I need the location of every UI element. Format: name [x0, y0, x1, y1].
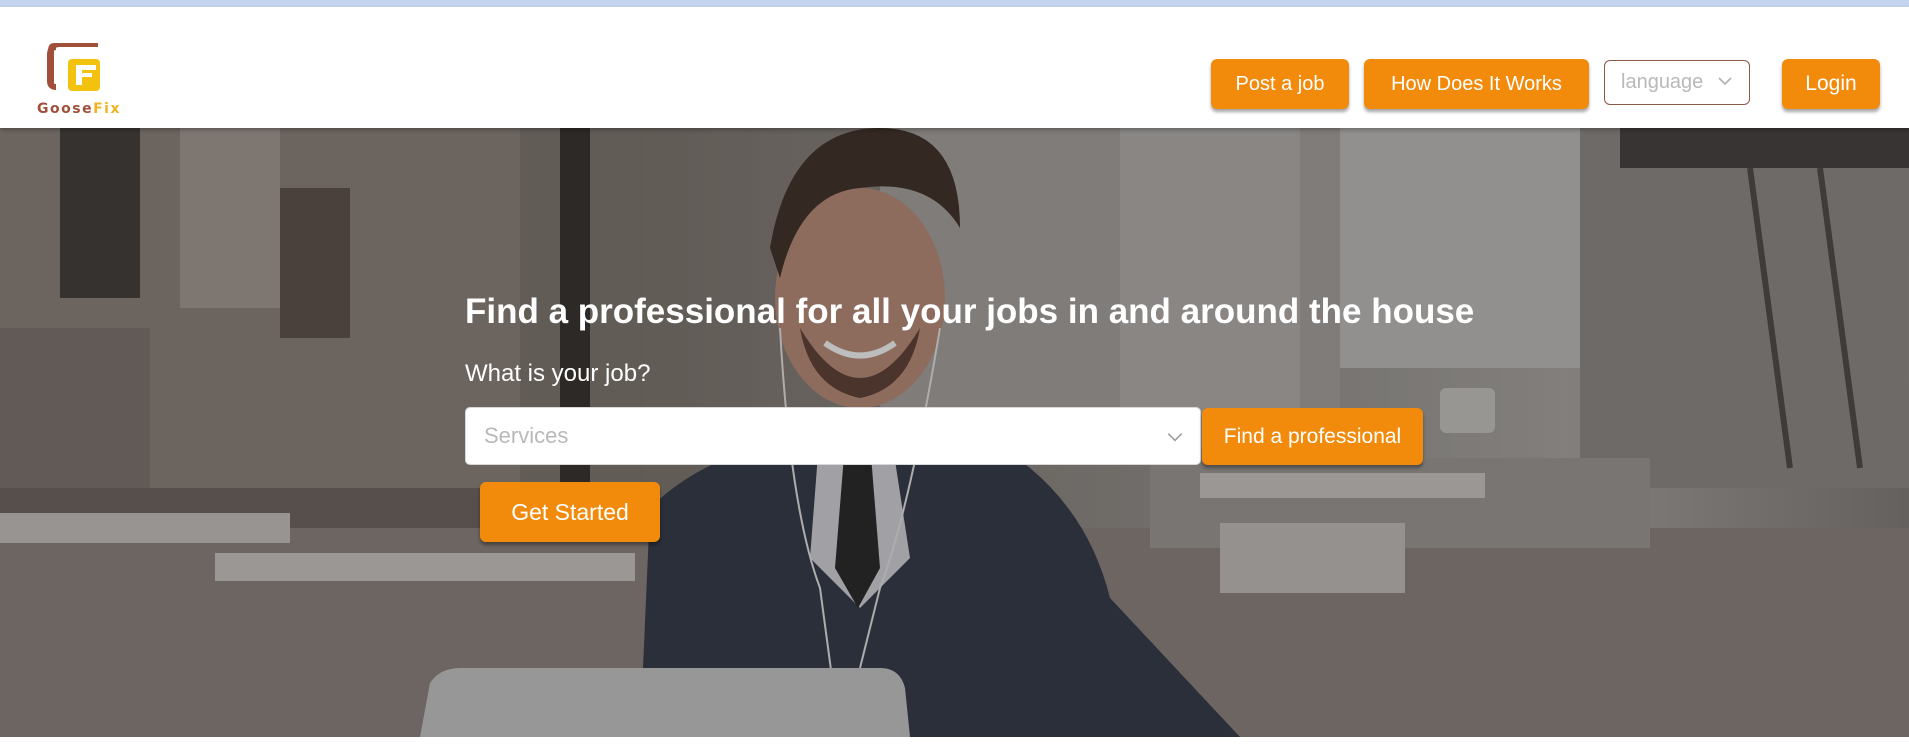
chevron-down-icon: [1718, 77, 1732, 86]
hero-headline: Find a professional for all your jobs in…: [465, 292, 1475, 331]
login-label: Login: [1805, 72, 1857, 95]
logo[interactable]: GooseFix: [34, 37, 124, 127]
logo-word-goose: Goose: [37, 101, 94, 117]
goosefix-logo-icon: [47, 43, 100, 91]
chevron-down-icon: [1167, 433, 1183, 442]
get-started-label: Get Started: [511, 498, 629, 525]
page-bottom-strip: [0, 737, 1909, 747]
find-professional-label: Find a professional: [1223, 424, 1402, 448]
hero-question: What is your job?: [465, 360, 651, 387]
logo-word-fix: Fix: [93, 101, 121, 117]
navbar: GooseFix Post a job How Does It Works la…: [0, 7, 1909, 128]
language-select[interactable]: language: [1604, 60, 1750, 105]
find-professional-button[interactable]: Find a professional: [1202, 408, 1423, 465]
how-it-works-label: How Does It Works: [1391, 72, 1562, 95]
services-placeholder: Services: [484, 423, 569, 448]
get-started-button[interactable]: Get Started: [480, 482, 660, 542]
login-button[interactable]: Login: [1782, 59, 1880, 109]
post-job-label: Post a job: [1235, 72, 1325, 95]
logo-wordmark: GooseFix: [34, 101, 124, 117]
how-it-works-button[interactable]: How Does It Works: [1364, 59, 1589, 109]
language-placeholder: language: [1621, 71, 1704, 93]
services-select[interactable]: Services: [465, 407, 1201, 465]
post-job-button[interactable]: Post a job: [1211, 59, 1349, 109]
